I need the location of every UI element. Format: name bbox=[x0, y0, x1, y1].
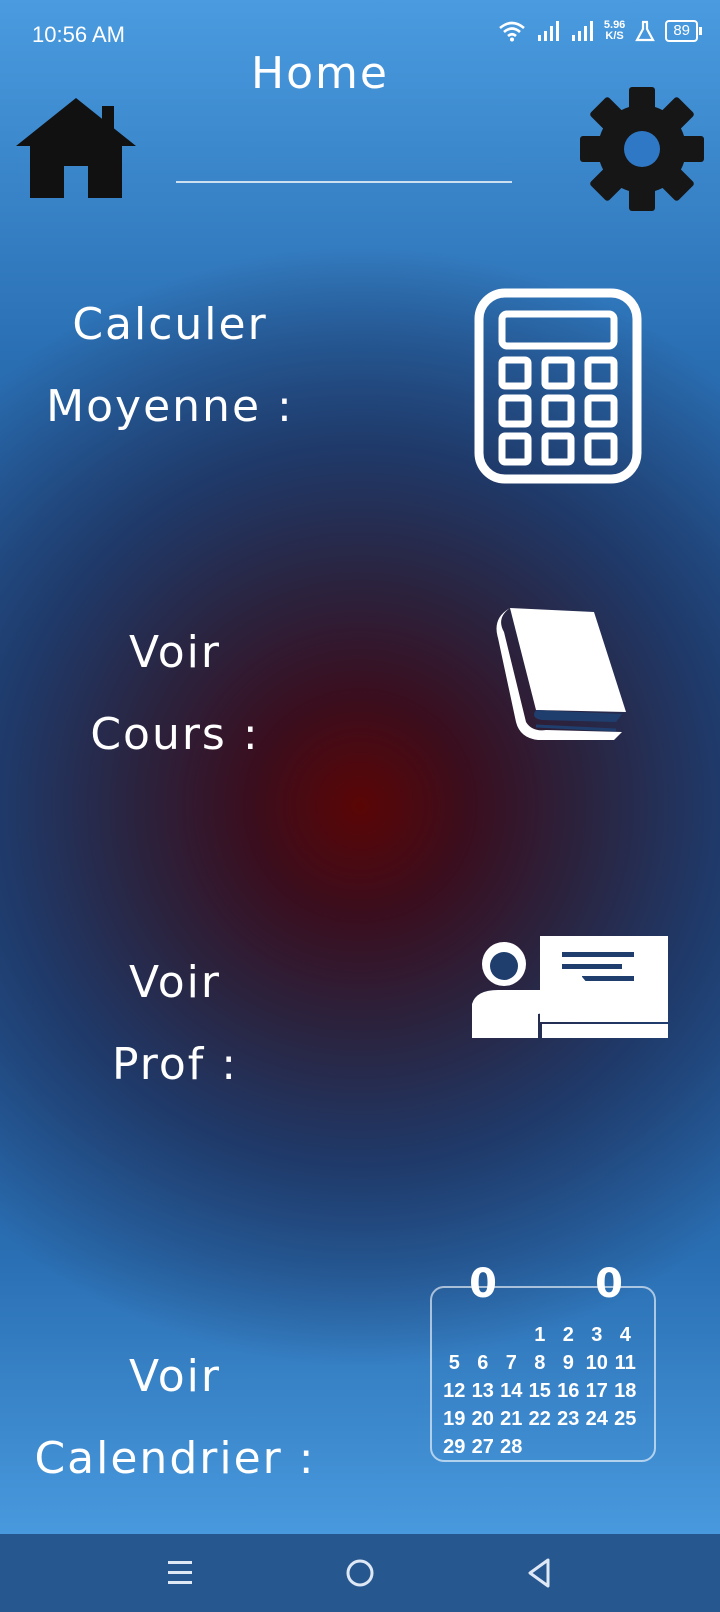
calendar-day: 22 bbox=[528, 1408, 551, 1430]
view-teacher-line1: Voir bbox=[129, 957, 221, 1008]
teacher-icon[interactable] bbox=[470, 934, 670, 1042]
calendar-day: 1 bbox=[534, 1324, 546, 1346]
home-icon[interactable] bbox=[14, 96, 138, 200]
calendar-day: 17 bbox=[585, 1380, 608, 1402]
view-teacher-label[interactable]: Voir Prof : bbox=[40, 942, 310, 1106]
view-courses-label[interactable]: Voir Cours : bbox=[40, 612, 310, 776]
calculate-average-label[interactable]: Calculer Moyenne : bbox=[20, 284, 320, 448]
calendar-day: 16 bbox=[557, 1380, 580, 1402]
calculate-average-line1: Calculer bbox=[72, 299, 268, 350]
calendar-day: 8 bbox=[534, 1352, 546, 1374]
calendar-icon[interactable]: 0 0 1 2 3 4 5 6 7 8 9 10 11 12 13 14 15 16 17 18 19 20 21 22 2… bbox=[424, 1262, 664, 1476]
calendar-day-empty bbox=[440, 1322, 469, 1348]
calendar-day: 21 bbox=[500, 1408, 523, 1430]
calendar-day: 12 bbox=[443, 1380, 466, 1402]
view-courses-line2: Cours : bbox=[90, 709, 260, 760]
calendar-day: 28 bbox=[500, 1436, 523, 1458]
view-courses-line1: Voir bbox=[129, 627, 221, 678]
book-icon[interactable] bbox=[496, 604, 632, 752]
calendar-day: 23 bbox=[557, 1408, 580, 1430]
calendar-day-empty bbox=[469, 1322, 498, 1348]
calendar-day: 25 bbox=[614, 1408, 637, 1430]
view-calendar-line1: Voir bbox=[129, 1351, 221, 1402]
network-speed: 5.96 K/S bbox=[604, 20, 625, 42]
calendar-day: 24 bbox=[585, 1408, 608, 1430]
calendar-ring-left: 0 bbox=[469, 1261, 497, 1307]
home-circle-icon[interactable] bbox=[330, 1548, 390, 1598]
signal-icon-2 bbox=[571, 21, 593, 41]
wifi-icon bbox=[499, 21, 525, 42]
menu-icon[interactable] bbox=[150, 1548, 210, 1598]
gear-icon[interactable] bbox=[572, 84, 712, 214]
view-calendar-line2: Calendrier : bbox=[34, 1433, 316, 1484]
calendar-day: 2 bbox=[562, 1324, 574, 1346]
calendar-day-empty bbox=[497, 1322, 526, 1348]
status-icons: 5.96 K/S 89 bbox=[498, 20, 702, 42]
calendar-day: 29 bbox=[443, 1436, 466, 1458]
view-calendar-label[interactable]: Voir Calendrier : bbox=[0, 1336, 350, 1500]
navigation-bar bbox=[0, 1534, 720, 1612]
battery-indicator: 89 bbox=[665, 20, 702, 42]
calendar-day: 5 bbox=[448, 1352, 460, 1374]
view-teacher-line2: Prof : bbox=[111, 1039, 239, 1090]
calendar-day: 4 bbox=[619, 1324, 631, 1346]
calendar-day: 7 bbox=[505, 1352, 517, 1374]
calendar-day: 3 bbox=[591, 1324, 603, 1346]
calendar-ring-right: 0 bbox=[595, 1261, 623, 1307]
calendar-day: 18 bbox=[614, 1380, 637, 1402]
calendar-day: 9 bbox=[562, 1352, 574, 1374]
calendar-day: 13 bbox=[471, 1380, 494, 1402]
calendar-day: 14 bbox=[500, 1380, 523, 1402]
signal-icon bbox=[537, 21, 559, 41]
page-title: Home bbox=[251, 48, 389, 99]
calendar-day: 6 bbox=[477, 1352, 489, 1374]
title-underline bbox=[176, 181, 512, 183]
calendar-days: 1 2 3 4 5 6 7 8 9 10 11 12 13 14 15 16 17 18 19 20 21 22 23 24 2… bbox=[440, 1322, 650, 1460]
back-icon[interactable] bbox=[510, 1548, 570, 1598]
flask-icon bbox=[635, 20, 656, 42]
calculate-average-line2: Moyenne : bbox=[46, 381, 294, 432]
status-time: 10:56 AM bbox=[32, 22, 125, 47]
calendar-day: 15 bbox=[528, 1380, 551, 1402]
calendar-day: 27 bbox=[471, 1436, 494, 1458]
calendar-day: 20 bbox=[471, 1408, 494, 1430]
calendar-day: 11 bbox=[614, 1352, 636, 1374]
calendar-day: 10 bbox=[585, 1352, 608, 1374]
network-speed-unit: K/S bbox=[605, 30, 624, 42]
calculator-icon[interactable] bbox=[474, 288, 642, 484]
calendar-day: 19 bbox=[443, 1408, 466, 1430]
